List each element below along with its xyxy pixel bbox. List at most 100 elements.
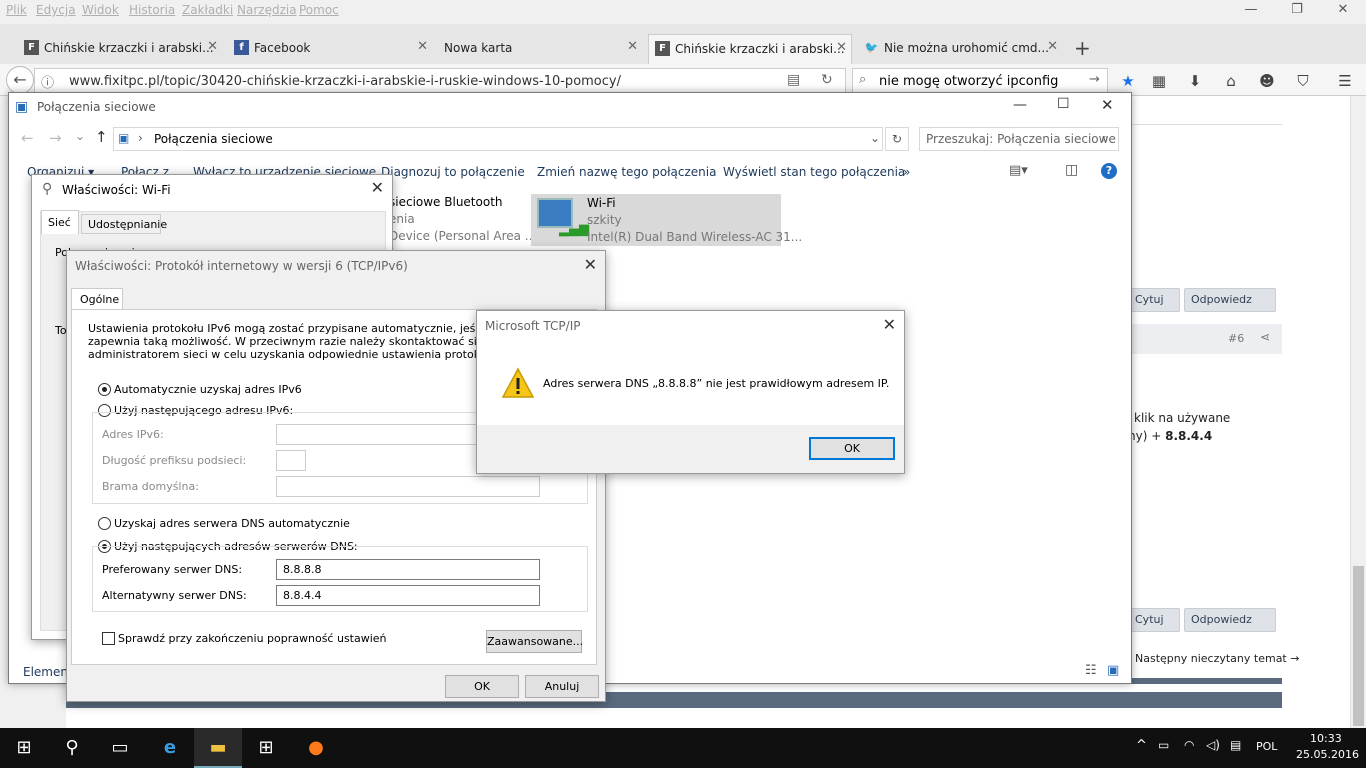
store-icon[interactable]: ⊞ [242, 728, 290, 768]
volume-icon[interactable]: ◁) [1206, 738, 1220, 752]
up-arrow-icon[interactable]: ↑ [95, 128, 108, 146]
tab-close-icon[interactable]: ✕ [836, 40, 847, 55]
menu-bookmarks[interactable]: Zakładki [182, 3, 233, 17]
tab-close-icon[interactable]: ✕ [207, 39, 218, 54]
advanced-button[interactable]: Zaawansowane... [486, 630, 583, 653]
view-options-icon[interactable]: ▤▾ [1009, 163, 1028, 178]
reload-icon[interactable]: ↻ [821, 72, 833, 88]
alert-ok-button[interactable]: OK [809, 437, 895, 460]
help-icon[interactable]: ? [1101, 163, 1117, 179]
explorer-search-box[interactable]: Przeszukaj: Połączenia sieciowe ⌕ [919, 127, 1119, 151]
tiles-view-icon[interactable]: ▣ [1107, 663, 1119, 678]
back-arrow-icon[interactable]: ← [21, 129, 34, 147]
download-icon[interactable]: ⬇ [1184, 70, 1206, 92]
tab-close-icon[interactable]: ✕ [417, 39, 428, 54]
url-bar[interactable]: ⓘ www.fixitpc.pl/topic/30420-chińskie-kr… [34, 68, 846, 94]
address-dropdown-icon[interactable]: ⌄ [870, 131, 880, 145]
ipv6-cancel-button[interactable]: Anuluj [525, 675, 599, 698]
pocket-icon[interactable]: ⛉ [1292, 70, 1314, 92]
notifications-icon[interactable]: ▤ [1230, 738, 1241, 752]
bookmarks-list-icon[interactable]: ▦ [1148, 70, 1170, 92]
reply-button[interactable]: Odpowiedz [1184, 288, 1276, 312]
ipv6-ok-button[interactable]: OK [445, 675, 519, 698]
validate-checkbox[interactable] [102, 632, 115, 645]
explorer-close-button[interactable]: ✕ [1101, 96, 1114, 114]
menu-help[interactable]: Pomoc [299, 3, 339, 17]
task-view-icon[interactable]: ▭ [96, 728, 144, 768]
tab-cmd[interactable]: 🐦 Nie można urohomić cmd... ✕ [858, 34, 1062, 64]
tab-close-icon[interactable]: ✕ [627, 39, 638, 54]
explorer-address-bar[interactable]: ▣ › Połączenia sieciowe ⌄ [113, 127, 883, 151]
scroll-thumb[interactable] [1353, 566, 1364, 726]
search-icon[interactable]: ⚲ [48, 728, 96, 768]
next-topic-link[interactable]: Następny nieczytany temat → [1135, 652, 1299, 665]
battery-icon[interactable]: ▭ [1158, 738, 1169, 752]
start-windows-icon[interactable]: ⊞ [0, 728, 48, 768]
tab-close-icon[interactable]: ✕ [1047, 39, 1058, 54]
breadcrumb[interactable]: Połączenia sieciowe [154, 132, 273, 146]
tab-new[interactable]: Nowa karta ✕ [438, 34, 642, 64]
reply-button-2[interactable]: Odpowiedz [1184, 608, 1276, 632]
auto-ipv6-label[interactable]: Automatycznie uzyskaj adres IPv6 [114, 383, 302, 396]
reader-icon[interactable]: ▤ [787, 72, 800, 88]
minimize-button[interactable]: — [1228, 2, 1274, 24]
tab-network[interactable]: Sieć [41, 210, 79, 234]
post-number[interactable]: #6 [1228, 332, 1244, 345]
cmd-more[interactable]: » [903, 165, 910, 179]
go-icon[interactable]: → [1089, 72, 1100, 87]
bookmark-star-icon[interactable]: ★ [1117, 70, 1139, 92]
tab-fixitpc-active[interactable]: F Chińskie krzaczki i arabski... ✕ [648, 34, 852, 64]
cmd-rename[interactable]: Zmień nazwę tego połączenia [537, 165, 716, 179]
ipv6-close-button[interactable]: ✕ [584, 255, 597, 274]
explorer-minimize-button[interactable]: — [1013, 97, 1027, 113]
tab-general[interactable]: Ogólne [71, 288, 123, 310]
prefix-length-field[interactable] [276, 450, 306, 471]
tab-facebook[interactable]: f Facebook ✕ [228, 34, 432, 64]
back-button[interactable]: ← [6, 66, 34, 94]
explorer-maximize-button[interactable]: ☐ [1057, 96, 1070, 112]
menu-file[interactable]: Plik [6, 3, 27, 17]
auto-ipv6-radio[interactable] [98, 383, 111, 396]
menu-view[interactable]: Widok [82, 3, 119, 17]
menu-tools[interactable]: Narzędzia [237, 3, 297, 17]
maximize-button[interactable]: ❐ [1274, 2, 1320, 24]
hamburger-menu-icon[interactable]: ☰ [1334, 70, 1356, 92]
clock-date[interactable]: 25.05.2016 [1296, 748, 1359, 761]
auto-dns-radio[interactable] [98, 517, 111, 530]
bluetooth-connection-item[interactable]: sieciowe Bluetooth enia Device (Personal… [389, 195, 536, 247]
clock-time[interactable]: 10:33 [1310, 732, 1342, 745]
tab-sharing[interactable]: Udostępnianie [81, 214, 167, 234]
refresh-icon[interactable]: ↻ [885, 127, 909, 151]
page-scrollbar[interactable] [1350, 96, 1366, 728]
new-tab-icon[interactable]: + [1074, 36, 1091, 60]
quote-button[interactable]: Cytuj [1128, 288, 1180, 312]
smiley-icon[interactable]: ☻ [1256, 70, 1278, 92]
file-explorer-icon[interactable]: ▬ [194, 728, 242, 768]
forward-arrow-icon[interactable]: → [49, 129, 62, 147]
default-gateway-field[interactable] [276, 476, 540, 497]
menu-history[interactable]: Historia [129, 3, 175, 17]
preview-pane-icon[interactable]: ◫ [1065, 162, 1078, 178]
cmd-diagnose[interactable]: Diagnozuj to połączenie [381, 165, 525, 179]
search-bar[interactable]: ⌕ nie mogę otworzyć ipconfig → [852, 68, 1108, 94]
info-icon[interactable]: ⓘ [41, 72, 54, 91]
validate-label[interactable]: Sprawdź przy zakończeniu poprawność usta… [118, 632, 387, 645]
show-hidden-icons-icon[interactable]: ^ [1136, 738, 1147, 753]
menu-edit[interactable]: Edycja [36, 3, 76, 17]
alternate-dns-field[interactable]: 8.8.4.4 [276, 585, 540, 606]
share-icon[interactable]: ⋖ [1260, 330, 1270, 344]
auto-dns-label[interactable]: Uzyskaj adres serwera DNS automatycznie [114, 517, 350, 530]
details-view-icon[interactable]: ☷ [1085, 663, 1097, 678]
cmd-view-status[interactable]: Wyświetl stan tego połączenia [723, 165, 905, 179]
wifi-icon[interactable]: ◠ [1184, 738, 1194, 752]
language-indicator[interactable]: POL [1256, 740, 1277, 753]
firefox-icon[interactable]: ● [292, 728, 340, 768]
home-icon[interactable]: ⌂ [1220, 70, 1242, 92]
alert-close-button[interactable]: ✕ [883, 315, 896, 334]
edge-icon[interactable]: e [146, 728, 194, 768]
wifi-props-close-button[interactable]: ✕ [371, 178, 384, 197]
quote-button-2[interactable]: Cytuj [1128, 608, 1180, 632]
wifi-connection-item[interactable]: ▂▄▆ Wi-Fi szkity Intel(R) Dual Band Wire… [531, 194, 802, 246]
tab-fixitpc-1[interactable]: F Chińskie krzaczki i arabski... ✕ [18, 34, 222, 64]
preferred-dns-field[interactable]: 8.8.8.8 [276, 559, 540, 580]
